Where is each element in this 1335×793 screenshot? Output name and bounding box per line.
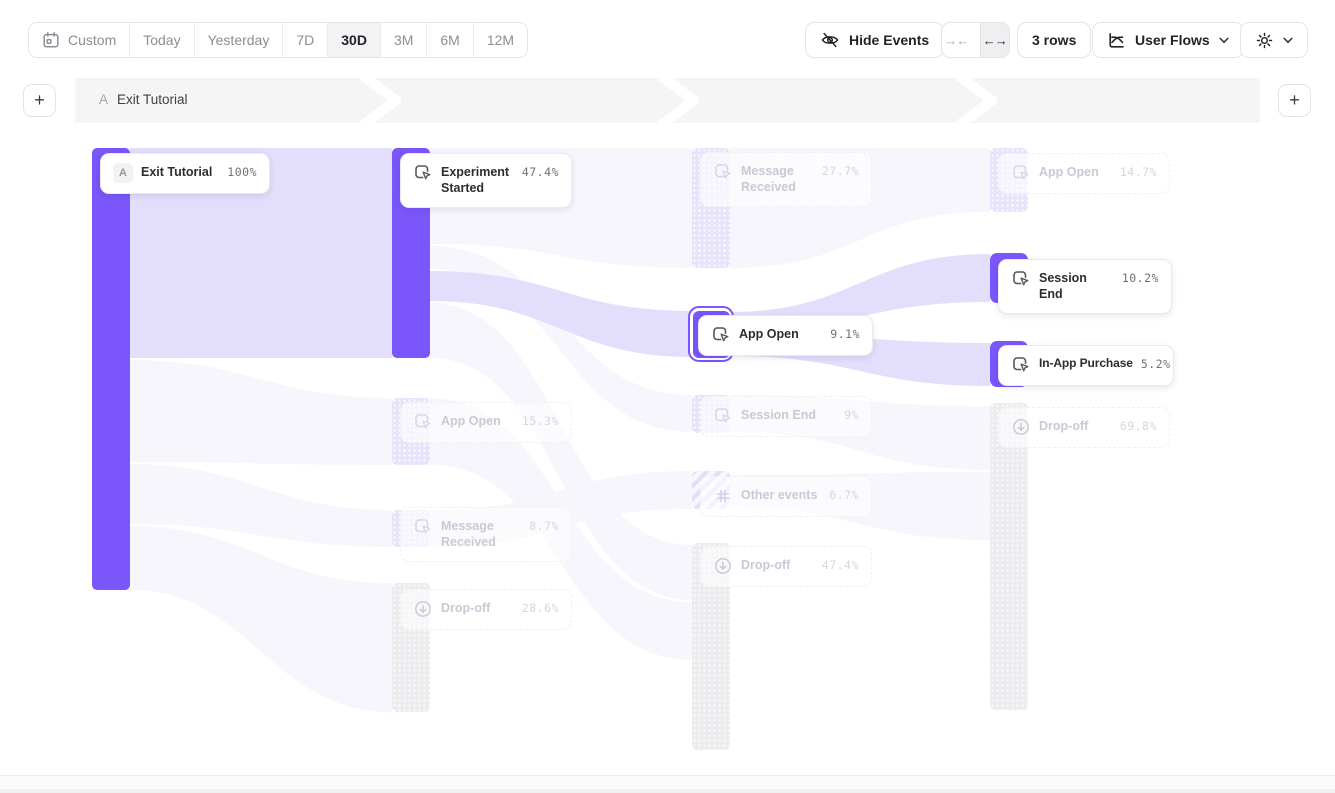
event-icon bbox=[713, 406, 733, 426]
user-flows-app: Custom Today Yesterday 7D 30D 3M 6M 12M … bbox=[0, 0, 1335, 793]
other-events-icon bbox=[713, 486, 733, 506]
node-card-app-open-col3[interactable]: App Open 9.1% bbox=[698, 315, 873, 356]
node-bar-drop-off-col4[interactable] bbox=[990, 403, 1028, 710]
flow-band-faint bbox=[130, 360, 392, 465]
drop-off-icon bbox=[1011, 417, 1031, 437]
sankey-bands bbox=[0, 0, 1335, 793]
node-card-in-app-purchase-col4[interactable]: In-App Purchase 5.2% bbox=[998, 345, 1174, 386]
event-icon bbox=[413, 163, 433, 183]
event-icon bbox=[1011, 355, 1031, 375]
event-icon bbox=[413, 517, 433, 537]
step-a-badge: A bbox=[113, 163, 133, 183]
node-card-experiment-started[interactable]: Experiment Started 47.4% bbox=[400, 153, 572, 208]
event-icon bbox=[713, 162, 733, 182]
drop-off-icon bbox=[413, 599, 433, 619]
node-card-drop-off-col2[interactable]: Drop-off 28.6% bbox=[400, 589, 572, 630]
sankey-stage: A Exit Tutorial 100% Experiment Started … bbox=[0, 0, 1335, 793]
node-card-drop-off-col4[interactable]: Drop-off 69.8% bbox=[998, 407, 1170, 448]
event-icon bbox=[1011, 163, 1031, 183]
node-card-drop-off-col3[interactable]: Drop-off 47.4% bbox=[700, 546, 872, 587]
node-card-app-open-col2[interactable]: App Open 15.3% bbox=[400, 402, 572, 443]
drop-off-icon bbox=[713, 556, 733, 576]
node-card-message-received-col3[interactable]: Message Received 27.7% bbox=[700, 152, 872, 207]
node-card-session-end-col3[interactable]: Session End 9% bbox=[700, 396, 872, 437]
node-card-message-received-col2[interactable]: Message Received 8.7% bbox=[400, 507, 572, 562]
event-icon bbox=[1011, 269, 1031, 289]
node-card-app-open-col4[interactable]: App Open 14.7% bbox=[998, 153, 1170, 194]
flow-band-faint bbox=[130, 526, 392, 712]
node-bar-exit-tutorial[interactable] bbox=[92, 148, 130, 590]
event-icon bbox=[413, 412, 433, 432]
node-card-session-end-col4[interactable]: Session End 10.2% bbox=[998, 259, 1172, 314]
node-card-other-events-col3[interactable]: Other events 6.7% bbox=[700, 476, 872, 517]
event-icon bbox=[711, 325, 731, 345]
node-card-exit-tutorial[interactable]: A Exit Tutorial 100% bbox=[100, 153, 270, 194]
footer-divider bbox=[0, 775, 1335, 790]
window-bottom-edge bbox=[0, 789, 1335, 793]
